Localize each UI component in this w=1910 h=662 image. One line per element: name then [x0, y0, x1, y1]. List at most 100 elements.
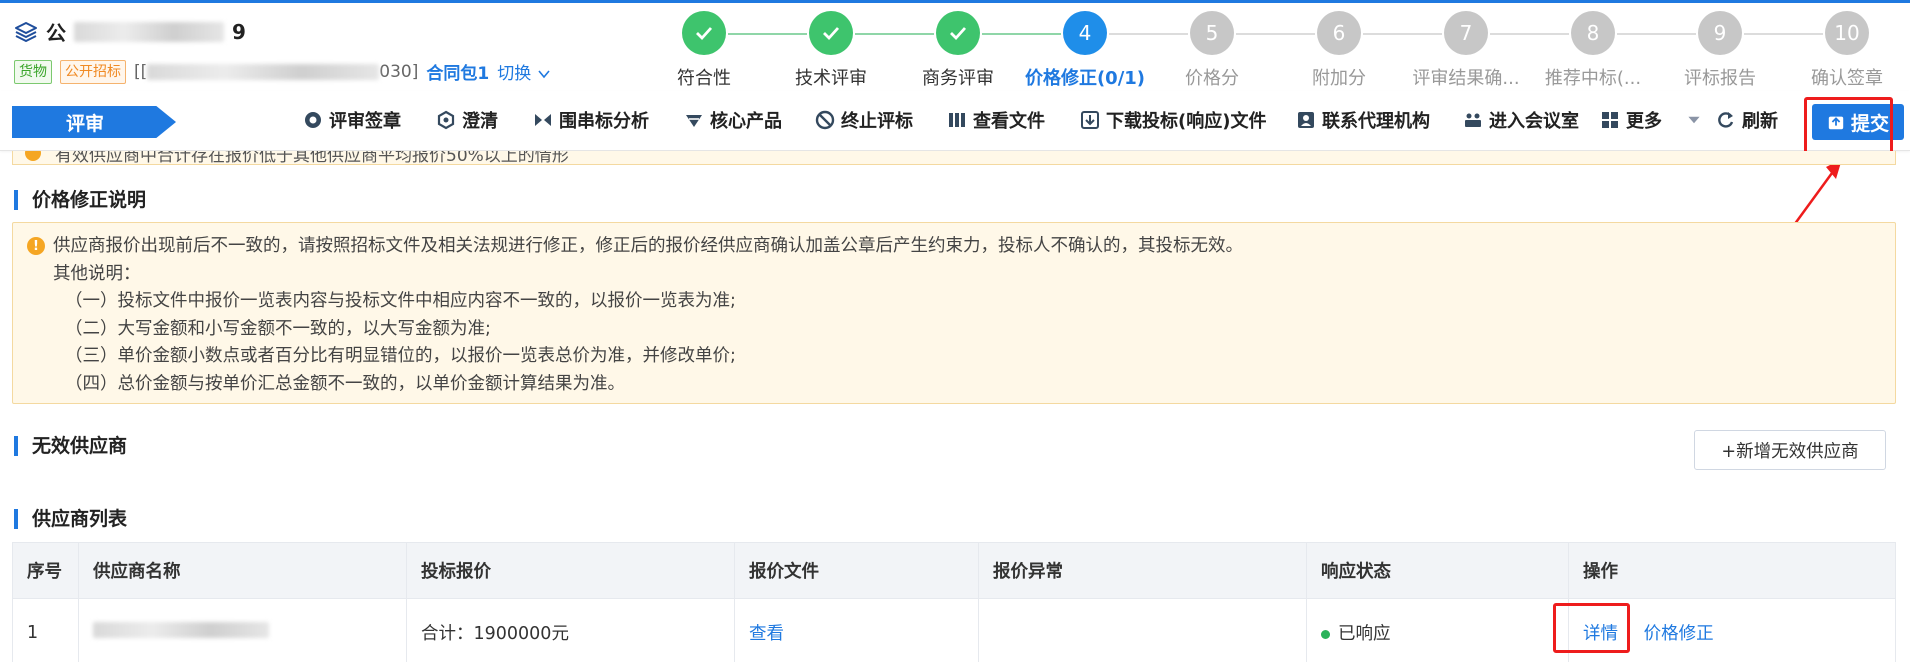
step-number: 7: [1444, 11, 1488, 55]
price-fix-link[interactable]: 价格修正: [1644, 624, 1714, 644]
col-header-index: 序号: [12, 542, 79, 599]
price-fix-notice: ! 供应商报价出现前后不一致的，请按照招标文件及相关法规进行修正，修正后的报价经…: [12, 222, 1896, 404]
price-fix-line: 供应商报价出现前后不一致的，请按照招标文件及相关法规进行修正，修正后的报价经供应…: [53, 236, 1243, 256]
download-bid-files-button[interactable]: 下载投标(响应)文件: [1080, 107, 1266, 133]
col-header-response-status: 响应状态: [1306, 542, 1569, 599]
step-10[interactable]: 10 确认签章: [1772, 11, 1910, 90]
col-header-actions: 操作: [1568, 542, 1896, 599]
step-number: 10: [1825, 11, 1869, 55]
progress-steps: 符合性 技术评审 商务评审 4 价格修正(0/1) 5 价格分 6 附加分 7 评审结果确... 8 推…: [640, 11, 1910, 100]
price-fix-line: （二）大写金额和小写金额不一致的，以大写金额为准;: [65, 318, 491, 339]
switch-contract-button[interactable]: 切换: [497, 59, 550, 84]
more-menu-button[interactable]: 更多: [1600, 107, 1702, 133]
step-number: 4: [1063, 11, 1107, 55]
contact-icon: [1298, 112, 1314, 128]
clarify-icon: [437, 110, 455, 130]
files-icon: [949, 113, 965, 127]
step-connector: [1617, 33, 1696, 35]
contact-agency-button[interactable]: 联系代理机构: [1296, 107, 1430, 133]
refresh-icon: [1718, 112, 1734, 128]
enter-meeting-room-button[interactable]: 进入会议室: [1463, 107, 1579, 133]
switch-label: 切换: [497, 64, 532, 84]
invalid-suppliers-title: 无效供应商: [14, 436, 127, 456]
top-warning-banner: 有效供应商中合计存在报价低于其他供应商平均报价50%以上的情形: [12, 151, 1896, 165]
header: 公 9 货物 公开招标 [[030] 合同包1 切换 符合性 技术评审 商务评审 4 价…: [0, 3, 1910, 100]
status-dot-icon: [1321, 629, 1330, 639]
download-bid-files-label: 下载投标(响应)文件: [1106, 111, 1267, 132]
price-fix-line: （三）单价金额小数点或者百分比有明显错位的，以报价一览表总价为准，并修改单价;: [65, 346, 736, 366]
redacted-project-name: [74, 21, 224, 42]
response-status-text: 已响应: [1338, 624, 1391, 644]
contract-pack-label: 合同包1: [426, 64, 490, 84]
warning-dot-icon: [25, 151, 41, 161]
meeting-icon: [1465, 113, 1481, 127]
project-title-prefix: 公: [46, 21, 66, 45]
layers-icon: [15, 21, 37, 42]
refresh-label: 刷新: [1742, 111, 1778, 132]
col-header-quote-anomaly: 报价异常: [978, 542, 1307, 599]
view-files-label: 查看文件: [973, 111, 1045, 132]
core-product-icon: [686, 115, 702, 127]
collusion-analysis-button[interactable]: 围串标分析: [533, 107, 649, 133]
cell-index: 1: [12, 598, 79, 662]
step-connector: [1236, 33, 1315, 35]
analysis-icon: [535, 114, 551, 126]
project-code-prefix: [[: [134, 61, 148, 82]
step-number: 6: [1317, 11, 1361, 55]
project-code: [[ 030]: [134, 62, 418, 82]
supplier-list-title: 供应商列表: [14, 509, 127, 529]
contact-agency-label: 联系代理机构: [1322, 111, 1430, 132]
view-quote-file-link[interactable]: 查看: [749, 624, 784, 644]
core-product-button[interactable]: 核心产品: [684, 107, 782, 133]
cell-quote-file: 查看: [734, 598, 979, 662]
project-code-suffix: 030]: [379, 61, 419, 82]
core-product-label: 核心产品: [710, 111, 782, 132]
toolbar: 评审 评审签章 澄清 围串标分析 核心产品 终止评标 查看文件 下载投标(响应)…: [0, 91, 1910, 151]
step-label: 确认签章: [1811, 68, 1883, 89]
check-icon: [682, 11, 726, 55]
step-connector: [1363, 33, 1442, 35]
step-connector: [982, 33, 1061, 35]
step-connector: [728, 33, 807, 35]
step-number: 8: [1571, 11, 1615, 55]
price-fix-line: （四）总价金额与按单价汇总金额不一致的，以单价金额计算结果为准。: [65, 373, 625, 394]
view-files-button[interactable]: 查看文件: [947, 107, 1045, 133]
col-header-quote-file: 报价文件: [734, 542, 979, 599]
step-connector: [1744, 33, 1823, 35]
price-fix-line: （一）投标文件中报价一览表内容与投标文件中相应内容不一致的，以报价一览表为准;: [65, 291, 736, 311]
stage-indicator: 评审: [12, 106, 176, 138]
cell-bid-price: 合计：1900000元: [406, 598, 735, 662]
check-icon: [809, 11, 853, 55]
col-header-bid-price: 投标报价: [406, 542, 735, 599]
highlight-detail-box: [1553, 603, 1630, 653]
download-icon: [1081, 111, 1099, 129]
cell-supplier-name: [78, 598, 407, 662]
step-number: 9: [1698, 11, 1742, 55]
cell-quote-anomaly: [978, 598, 1307, 662]
top-warning-text: 有效供应商中合计存在报价低于其他供应商平均报价50%以上的情形: [55, 151, 569, 165]
caret-down-icon: [1688, 116, 1700, 124]
stop-evaluation-label: 终止评标: [841, 111, 913, 132]
project-title-suffix: 9: [232, 19, 246, 44]
check-icon: [936, 11, 980, 55]
stop-icon: [815, 110, 835, 130]
cell-response-status: 已响应: [1306, 598, 1569, 662]
collusion-analysis-label: 围串标分析: [559, 111, 649, 132]
redacted-supplier-name: [93, 622, 269, 638]
project-title: 公 9: [14, 17, 246, 46]
refresh-button[interactable]: 刷新: [1716, 107, 1778, 133]
review-seal-button[interactable]: 评审签章: [303, 107, 401, 133]
tag-goods: 货物: [14, 59, 52, 84]
clarify-button[interactable]: 澄清: [436, 107, 498, 133]
table-header-row: 序号 供应商名称 投标报价 报价文件 报价异常 响应状态 操作: [12, 542, 1896, 599]
step-connector: [1109, 33, 1188, 35]
highlight-submit-box: [1804, 97, 1893, 157]
stop-evaluation-button[interactable]: 终止评标: [815, 107, 913, 133]
step-connector: [1490, 33, 1569, 35]
more-label: 更多: [1626, 111, 1662, 132]
warning-icon: !: [27, 237, 45, 255]
project-meta: 货物 公开招标 [[030] 合同包1 切换: [14, 59, 551, 84]
seal-icon: [305, 112, 321, 128]
price-fix-title: 价格修正说明: [14, 190, 146, 210]
add-invalid-supplier-button[interactable]: +新增无效供应商: [1694, 430, 1886, 470]
